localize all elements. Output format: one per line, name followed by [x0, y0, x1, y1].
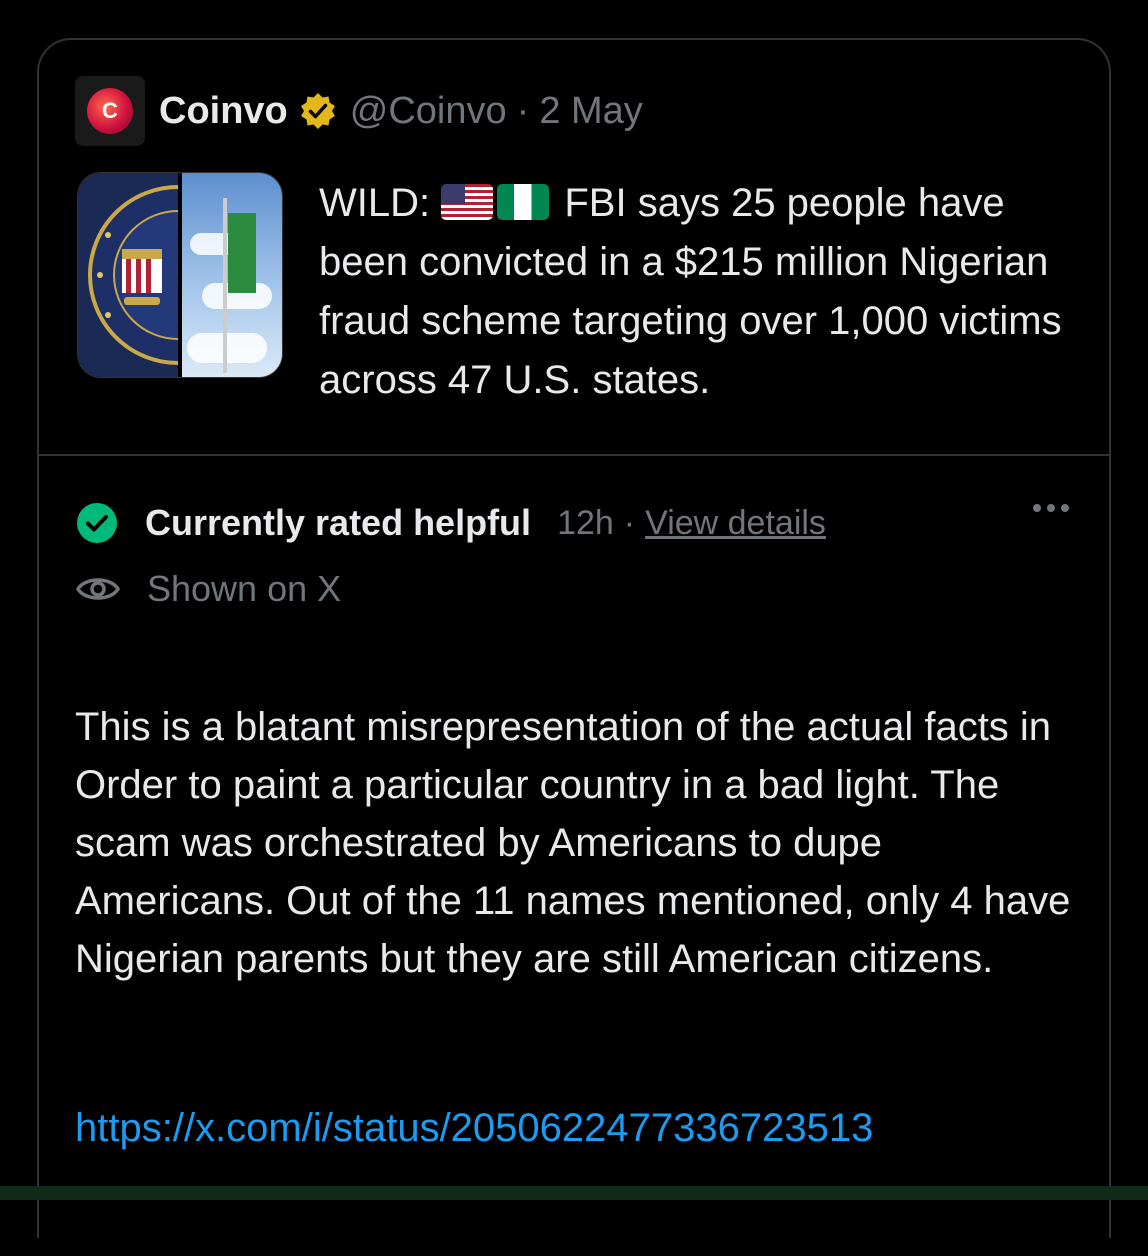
shown-on-text: Shown on X — [147, 568, 342, 609]
community-note: Currently rated helpful 12h · View detai… — [39, 456, 1109, 1256]
note-source-link[interactable]: https://x.com/i/status/20506224773367235… — [75, 1106, 873, 1151]
shown-on-row: Shown on X — [75, 566, 341, 612]
fbi-seal-image — [78, 173, 268, 377]
note-status-row: Currently rated helpful 12h · View detai… — [75, 500, 826, 546]
author-handle[interactable]: @Coinvo — [350, 90, 507, 133]
separator-dot: · — [516, 89, 530, 132]
us-flag-icon — [441, 184, 494, 220]
tweet-text: WILD: FBI says 25 people have been convi… — [319, 181, 1062, 402]
eye-icon — [75, 571, 121, 607]
bottom-bar — [0, 1186, 1148, 1200]
nigeria-flag-icon — [497, 184, 550, 220]
author-row: C Coinvo @Coinvo · 2 May — [75, 73, 643, 149]
coinvo-logo-icon: C — [87, 88, 133, 134]
more-options-icon[interactable] — [1033, 504, 1069, 512]
avatar[interactable]: C — [75, 76, 145, 146]
note-status-title: Currently rated helpful — [145, 502, 532, 543]
author-name[interactable]: Coinvo — [159, 90, 288, 133]
quoted-tweet[interactable]: C Coinvo @Coinvo · 2 May WILD: FBI says … — [39, 40, 1109, 454]
separator-dot: · — [623, 503, 636, 542]
nigeria-flag-image — [228, 213, 256, 293]
note-time: 12h — [557, 503, 614, 542]
check-circle-icon — [75, 501, 119, 545]
note-body: This is a blatant misrepresentation of t… — [75, 705, 1071, 981]
view-details-link[interactable]: View details — [645, 504, 826, 543]
post-time[interactable]: 2 May — [539, 90, 642, 133]
post-thumbnail[interactable] — [77, 172, 283, 378]
quoted-post-card[interactable]: C Coinvo @Coinvo · 2 May WILD: FBI says … — [37, 38, 1111, 1238]
verified-badge-icon — [298, 91, 338, 131]
